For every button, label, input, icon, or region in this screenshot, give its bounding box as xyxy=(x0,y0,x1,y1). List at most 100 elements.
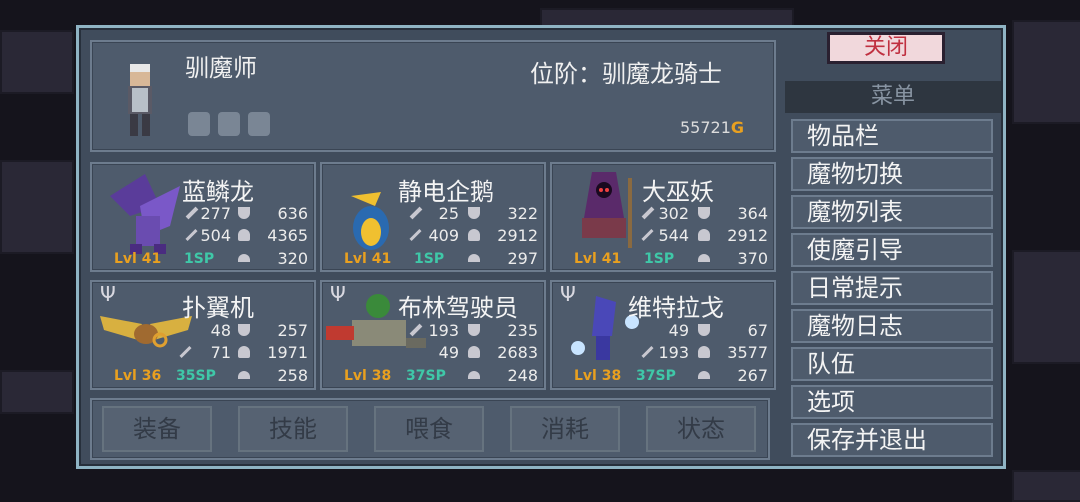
stat-attack: 193 xyxy=(428,321,459,340)
food-icon xyxy=(238,254,250,262)
skills-button[interactable]: 技能 xyxy=(238,406,348,452)
monster-level: Lvl 41 xyxy=(574,251,622,267)
stat-attack: 302 xyxy=(658,204,689,223)
gold-unit: G xyxy=(730,118,745,137)
fork-icon: Ψ xyxy=(330,282,346,306)
health-icon xyxy=(698,229,710,241)
status-button[interactable]: 状态 xyxy=(646,406,756,452)
monster-sprite-penguin xyxy=(351,192,389,250)
feed-button[interactable]: 喂食 xyxy=(374,406,484,452)
background-brick xyxy=(1012,20,1080,124)
monster-name: 扑翼机 xyxy=(182,294,254,322)
health-icon xyxy=(468,229,480,241)
stat-health: 1971 xyxy=(267,343,308,362)
gem-icon xyxy=(248,112,270,136)
stat-food: 248 xyxy=(507,366,538,385)
stat-health: 2683 xyxy=(497,343,538,362)
food-icon xyxy=(238,371,250,379)
close-button[interactable]: 关闭 xyxy=(827,32,945,64)
stat-attack: 277 xyxy=(200,204,231,223)
stat-defense: 235 xyxy=(507,321,538,340)
menu-item-monster-journal[interactable]: 魔物日志 xyxy=(791,309,993,343)
stat-magic: 193 xyxy=(658,343,689,362)
monster-level: Lvl 36 xyxy=(114,368,162,384)
stat-attack: 48 xyxy=(210,321,231,340)
trainer-title: 驯魔师 xyxy=(185,54,257,82)
monster-name: 维特拉戈 xyxy=(628,294,724,322)
health-icon xyxy=(468,346,480,358)
monster-sprite-lich xyxy=(582,172,632,248)
stat-defense: 257 xyxy=(277,321,308,340)
background-brick xyxy=(1012,250,1080,364)
monster-name: 蓝鳞龙 xyxy=(182,178,254,206)
monster-name: 大巫妖 xyxy=(642,178,714,206)
monster-sp: 1SP xyxy=(644,251,675,267)
trainer-sprite xyxy=(128,64,152,136)
menu-item-save-quit[interactable]: 保存并退出 xyxy=(791,423,993,457)
stat-magic: 504 xyxy=(200,226,231,245)
monster-sp: 1SP xyxy=(184,251,215,267)
background-brick xyxy=(0,160,74,254)
monster-level: Lvl 38 xyxy=(344,368,392,384)
monster-sprite-dragon xyxy=(110,174,180,254)
menu-item-options[interactable]: 选项 xyxy=(791,385,993,419)
stat-food: 258 xyxy=(277,366,308,385)
menu-item-inventory[interactable]: 物品栏 xyxy=(791,119,993,153)
stat-attack: 49 xyxy=(668,321,689,340)
food-icon xyxy=(468,371,480,379)
defense-icon xyxy=(238,207,250,219)
background-brick xyxy=(1012,470,1080,502)
food-icon xyxy=(698,371,710,379)
defense-icon xyxy=(468,324,480,336)
defense-icon xyxy=(698,324,710,336)
monster-level: Lvl 41 xyxy=(344,251,392,267)
stat-magic: 544 xyxy=(658,226,689,245)
monster-sp: 1SP xyxy=(414,251,445,267)
monster-level: Lvl 38 xyxy=(574,368,622,384)
stat-defense: 67 xyxy=(747,321,768,340)
defense-icon xyxy=(238,324,250,336)
stat-food: 370 xyxy=(737,249,768,268)
food-icon xyxy=(468,254,480,262)
health-icon xyxy=(698,346,710,358)
monster-level: Lvl 41 xyxy=(114,251,162,267)
badge-icon xyxy=(188,112,210,136)
menu-item-monster-list[interactable]: 魔物列表 xyxy=(791,195,993,229)
stat-defense: 364 xyxy=(737,204,768,223)
stat-defense: 322 xyxy=(507,204,538,223)
stat-magic: 49 xyxy=(438,343,459,362)
stat-attack: 25 xyxy=(438,204,459,223)
menu-item-daily-tips[interactable]: 日常提示 xyxy=(791,271,993,305)
trainer-rank: 位阶：驯魔龙骑士 xyxy=(530,60,722,88)
stat-food: 297 xyxy=(507,249,538,268)
stat-defense: 636 xyxy=(277,204,308,223)
health-icon xyxy=(238,229,250,241)
stat-health: 2912 xyxy=(727,226,768,245)
stat-magic: 409 xyxy=(428,226,459,245)
defense-icon xyxy=(468,207,480,219)
monster-name: 布林驾驶员 xyxy=(398,294,518,322)
menu-item-party[interactable]: 队伍 xyxy=(791,347,993,381)
stat-food: 320 xyxy=(277,249,308,268)
gold-amount: 55721G xyxy=(680,118,744,137)
monster-sp: 35SP xyxy=(176,368,216,384)
monster-name: 静电企鹅 xyxy=(398,178,494,206)
armor-icon xyxy=(218,112,240,136)
monster-sprite-ornithopter xyxy=(100,316,192,348)
equip-button[interactable]: 装备 xyxy=(102,406,212,452)
background-brick xyxy=(0,370,74,414)
background-brick xyxy=(0,30,74,94)
monster-sp: 37SP xyxy=(636,368,676,384)
stat-food: 267 xyxy=(737,366,768,385)
stat-magic: 71 xyxy=(210,343,231,362)
menu-item-familiar-guide[interactable]: 使魔引导 xyxy=(791,233,993,267)
consume-button[interactable]: 消耗 xyxy=(510,406,620,452)
monster-sp: 37SP xyxy=(406,368,446,384)
trainer-badges xyxy=(188,112,270,136)
gold-value: 55721 xyxy=(680,118,731,137)
health-icon xyxy=(238,346,250,358)
menu-item-monster-switch[interactable]: 魔物切换 xyxy=(791,157,993,191)
fork-icon: Ψ xyxy=(100,282,116,306)
menu-title: 菜单 xyxy=(785,81,1001,113)
food-icon xyxy=(698,254,710,262)
